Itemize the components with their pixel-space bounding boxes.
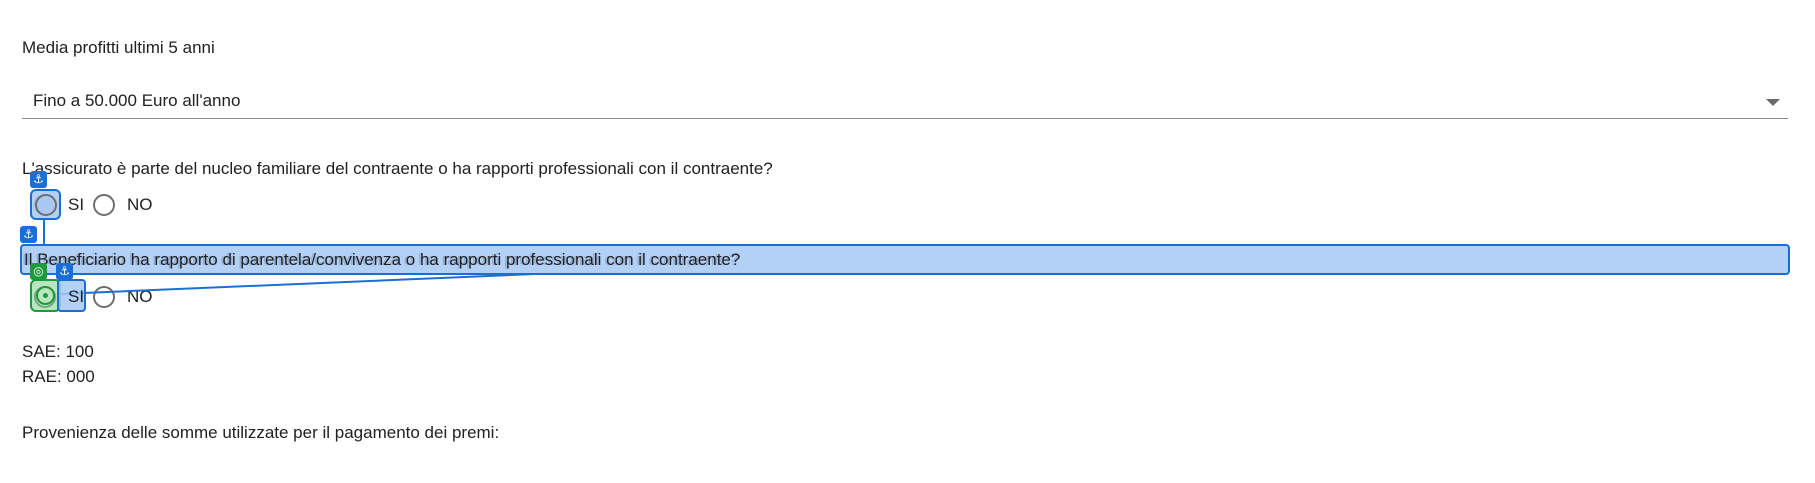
target-icon: ◎ — [30, 263, 47, 280]
anchor-icon: ⚓ — [56, 263, 73, 280]
highlight-yes-text: SI — [68, 287, 85, 306]
form-page: Media profitti ultimi 5 anni Fino a 50.0… — [0, 0, 1815, 483]
anchor-icon: ⚓ — [20, 226, 37, 243]
highlight-beneficiary-yes-label: SI — [57, 279, 86, 312]
target-dot — [43, 293, 48, 298]
connector-lines — [43, 220, 536, 295]
connector-diagonal — [59, 273, 536, 295]
